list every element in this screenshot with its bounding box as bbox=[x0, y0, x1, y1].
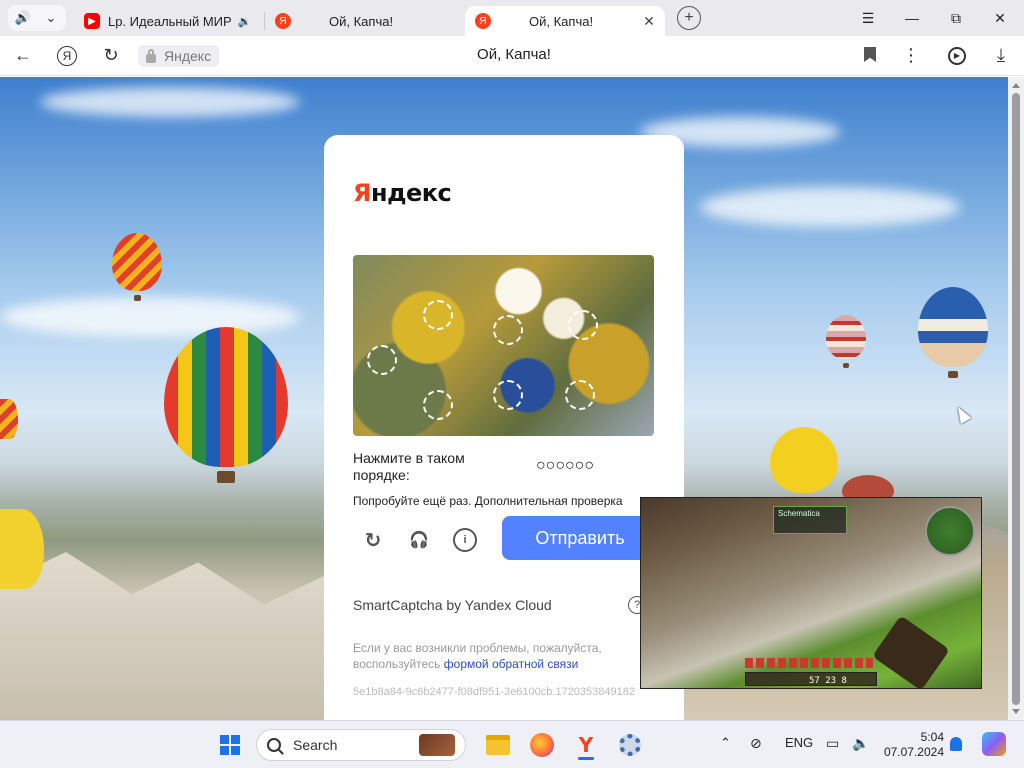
captcha-target-icon[interactable] bbox=[423, 300, 453, 330]
captcha-icon-sequence: ○○○○○○ bbox=[536, 457, 594, 474]
headphones-icon[interactable]: 🎧 bbox=[407, 528, 431, 552]
chevron-down-icon[interactable]: ⌄ bbox=[40, 7, 62, 29]
notification-bell-icon[interactable] bbox=[950, 737, 962, 751]
windows-taskbar: Search Y ⌃ ⊘ ENG ▭ 🔈 bbox=[0, 720, 1024, 768]
search-highlight-image bbox=[419, 734, 455, 756]
display-icon[interactable]: ▭ bbox=[826, 735, 839, 752]
help-text: Если у вас возникли проблемы, пожалуйста… bbox=[353, 641, 602, 671]
captcha-token: 5e1b8a84-9c6b2477-f08df951-3e6100cb.1720… bbox=[353, 686, 635, 698]
cloud bbox=[700, 187, 960, 227]
yandex-home-icon[interactable]: Я bbox=[52, 41, 82, 71]
media-play-icon[interactable]: ▶ bbox=[942, 41, 972, 71]
close-window-button[interactable]: ✕ bbox=[978, 0, 1022, 36]
captcha-target-icon[interactable] bbox=[493, 315, 523, 345]
tab-title: Ой, Капча! bbox=[529, 13, 594, 29]
speaker-icon[interactable]: 🔉 bbox=[238, 15, 252, 28]
address-bar[interactable]: Яндекс Ой, Капча! bbox=[138, 41, 890, 71]
minimize-button[interactable]: — bbox=[890, 0, 934, 36]
tab-youtube[interactable]: ▶ Lp. Идеальный МИР 🔉 bbox=[74, 6, 264, 36]
smartcaptcha-brand: SmartCaptcha by Yandex Cloud bbox=[353, 597, 552, 613]
hot-air-balloon bbox=[0, 509, 44, 589]
yandex-logo: Яндекс bbox=[353, 179, 452, 207]
address-page-title: Ой, Капча! bbox=[477, 46, 551, 63]
site-chip-label: Яндекс bbox=[164, 48, 212, 64]
hot-air-balloon bbox=[770, 427, 838, 493]
game-hud-numbers: 57 23 8 bbox=[809, 676, 847, 686]
captcha-target-icon[interactable] bbox=[423, 390, 453, 420]
tab-title: Lp. Идеальный МИР bbox=[108, 13, 232, 29]
game-minimap bbox=[925, 506, 975, 556]
more-icon[interactable]: ⋮ bbox=[896, 41, 926, 71]
start-button[interactable] bbox=[214, 729, 246, 761]
captcha-target-icon[interactable] bbox=[493, 380, 523, 410]
picture-in-picture-video[interactable]: Schematica 57 23 8 bbox=[640, 497, 982, 689]
firefox-icon[interactable] bbox=[526, 729, 558, 761]
close-tab-icon[interactable]: ✕ bbox=[643, 13, 655, 30]
scroll-down-icon[interactable] bbox=[1012, 709, 1020, 714]
page-scrollbar[interactable] bbox=[1008, 77, 1024, 720]
hot-air-balloon bbox=[112, 233, 162, 301]
lock-icon bbox=[144, 49, 158, 63]
language-indicator[interactable]: ENG bbox=[785, 735, 813, 750]
submit-button[interactable]: Отправить bbox=[502, 516, 658, 560]
back-arrow-icon[interactable]: ← bbox=[8, 41, 38, 71]
taskbar-search[interactable]: Search bbox=[256, 729, 466, 761]
hot-air-balloon bbox=[826, 315, 866, 368]
captcha-target-icon[interactable] bbox=[568, 310, 598, 340]
tab-audio-controls: 🔊 ⌄ bbox=[8, 5, 66, 31]
yandex-icon: Я bbox=[275, 13, 291, 29]
tab-captcha-active[interactable]: Я Ой, Капча! ✕ bbox=[465, 6, 665, 36]
system-clock[interactable]: 5:04 07.07.2024 bbox=[880, 730, 944, 760]
cloud bbox=[40, 87, 300, 117]
hot-air-balloon bbox=[164, 327, 288, 483]
scrollbar-thumb[interactable] bbox=[1012, 93, 1020, 705]
captcha-card: Яндекс Нажмите в таком порядке: ○○○○○○ П… bbox=[324, 135, 684, 735]
tab-captcha-1[interactable]: Я Ой, Капча! bbox=[265, 6, 465, 36]
pickaxe-icon bbox=[872, 615, 950, 688]
search-icon bbox=[267, 738, 281, 752]
new-tab-button[interactable]: + bbox=[677, 6, 701, 30]
reload-icon[interactable]: ↻ bbox=[96, 41, 126, 71]
speaker-icon[interactable]: 🔊 bbox=[12, 7, 34, 29]
captcha-error: Попробуйте ещё раз. Дополнительная прове… bbox=[353, 494, 623, 508]
settings-icon[interactable] bbox=[614, 729, 646, 761]
speaker-muted-icon[interactable]: 🔈 bbox=[852, 735, 869, 752]
captcha-target-icon[interactable] bbox=[367, 345, 397, 375]
active-app-indicator bbox=[578, 757, 594, 760]
menu-button[interactable]: ☰ bbox=[846, 0, 890, 36]
game-hud-box: Schematica bbox=[773, 506, 847, 534]
site-chip[interactable]: Яндекс bbox=[138, 45, 220, 67]
game-health-bar bbox=[745, 658, 873, 668]
vpn-icon[interactable]: ⊘ bbox=[750, 735, 762, 752]
captcha-actions: ↻ 🎧 i bbox=[361, 528, 477, 552]
download-icon[interactable]: ⤓ bbox=[986, 41, 1016, 71]
info-icon[interactable]: i bbox=[453, 528, 477, 552]
search-placeholder: Search bbox=[293, 737, 338, 753]
browser-toolbar: ← Я ↻ Яндекс Ой, Капча! ⋮ ▶ ⤓ bbox=[0, 36, 1024, 76]
scroll-up-icon[interactable] bbox=[1012, 83, 1020, 88]
yandex-icon: Я bbox=[475, 13, 491, 29]
tab-title: Ой, Капча! bbox=[329, 13, 394, 29]
copilot-icon[interactable] bbox=[982, 732, 1006, 756]
landscape bbox=[0, 552, 330, 720]
hot-air-balloon bbox=[0, 399, 18, 439]
restore-button[interactable]: ⧉ bbox=[934, 0, 978, 36]
bookmark-icon[interactable] bbox=[864, 47, 876, 62]
feedback-link[interactable]: формой обратной связи bbox=[444, 657, 579, 671]
captcha-image[interactable] bbox=[353, 255, 654, 436]
hot-air-balloon bbox=[918, 287, 988, 378]
refresh-icon[interactable]: ↻ bbox=[361, 528, 385, 552]
youtube-icon: ▶ bbox=[84, 13, 100, 29]
file-explorer-icon[interactable] bbox=[482, 729, 514, 761]
chevron-up-icon[interactable]: ⌃ bbox=[720, 735, 731, 751]
captcha-instruction: Нажмите в таком порядке: bbox=[353, 450, 465, 483]
windows-icon bbox=[220, 735, 240, 755]
captcha-target-icon[interactable] bbox=[565, 380, 595, 410]
